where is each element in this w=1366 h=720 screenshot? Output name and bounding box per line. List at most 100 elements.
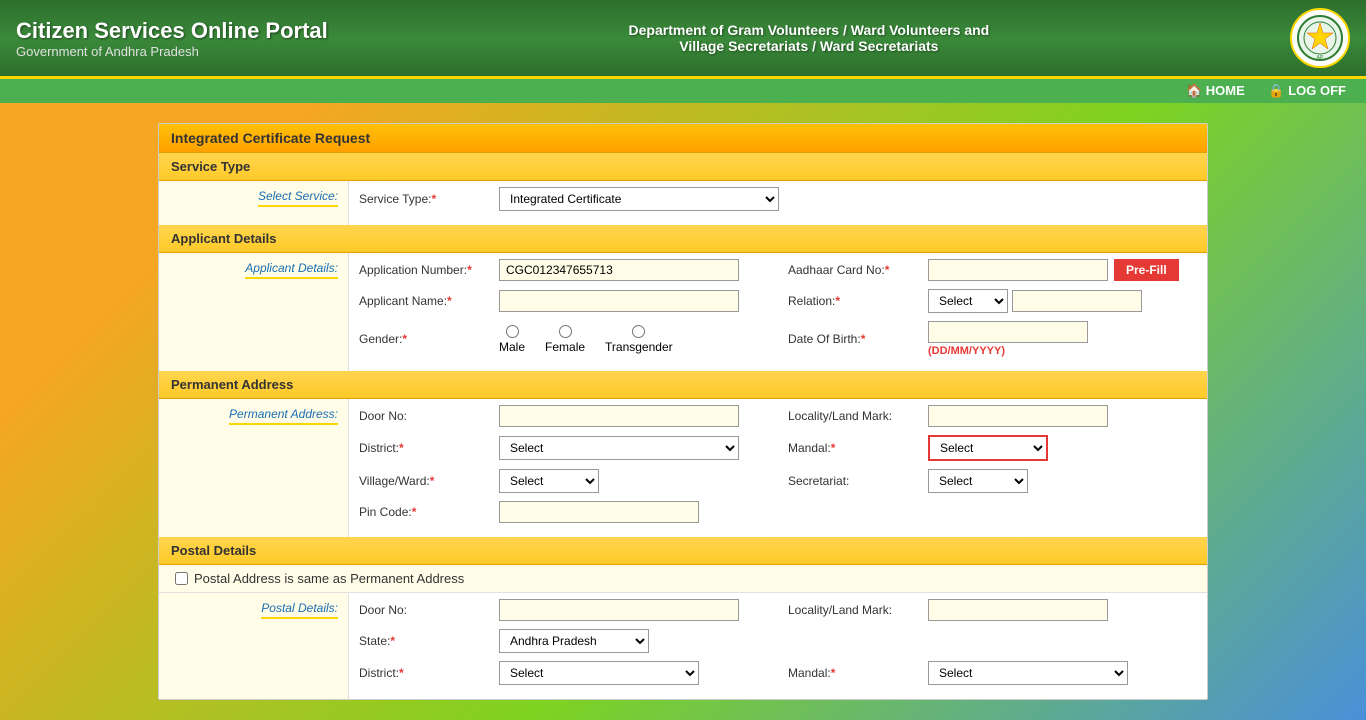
- navigation-bar: 🏠 HOME 🔒 LOG OFF: [0, 79, 1366, 103]
- door-group: Door No:: [359, 405, 768, 427]
- village-select[interactable]: Select: [499, 469, 599, 493]
- aadhaar-input[interactable]: [928, 259, 1108, 281]
- gender-radio-group: Male Female Transgender: [499, 325, 673, 354]
- service-type-section: Select Service: Service Type:* Integrate…: [159, 181, 1207, 225]
- permanent-content: Door No: Locality/Land Mark: District:* …: [349, 399, 1207, 537]
- postal-door-locality-row: Door No: Locality/Land Mark:: [359, 599, 1197, 621]
- service-type-content: Service Type:* Integrated Certificate: [349, 181, 1207, 225]
- pincode-label: Pin Code:*: [359, 505, 499, 519]
- govt-logo: AP: [1290, 8, 1350, 68]
- select-service-label: Select Service:: [258, 189, 338, 207]
- service-type-section-header: Service Type: [159, 153, 1207, 181]
- applicant-section: Applicant Details: Application Number:* …: [159, 253, 1207, 371]
- service-type-select[interactable]: Integrated Certificate: [499, 187, 779, 211]
- gender-transgender: Transgender: [605, 325, 673, 354]
- applicant-name-label: Applicant Name:*: [359, 294, 499, 308]
- postal-locality-input[interactable]: [928, 599, 1108, 621]
- postal-state-label: State:*: [359, 634, 499, 648]
- postal-mandal-label: Mandal:*: [788, 666, 928, 680]
- gender-dob-row: Gender:* Male Female Trans: [359, 321, 1197, 357]
- postal-door-input[interactable]: [499, 599, 739, 621]
- postal-state-row: State:* Andhra Pradesh Telangana: [359, 629, 1197, 653]
- village-group: Village/Ward:* Select: [359, 469, 768, 493]
- district-mandal-row: District:* Select Mandal:* Select: [359, 435, 1197, 461]
- dob-label: Date Of Birth:*: [788, 332, 928, 346]
- postal-mandal-group: Mandal:* Select: [788, 661, 1197, 685]
- postal-door-group: Door No:: [359, 599, 768, 621]
- dob-input[interactable]: [928, 321, 1088, 343]
- name-relation-row: Applicant Name:* Relation:* SelectFather…: [359, 289, 1197, 313]
- applicant-details-label: Applicant Details:: [245, 261, 338, 279]
- postal-district-select[interactable]: Select: [499, 661, 699, 685]
- aadhaar-label: Aadhaar Card No:*: [788, 263, 928, 277]
- app-number-group: Application Number:* CGC012347655713: [359, 259, 768, 281]
- svg-text:AP: AP: [1317, 55, 1324, 61]
- dept-line1: Department of Gram Volunteers / Ward Vol…: [629, 22, 990, 38]
- relation-name-input[interactable]: [1012, 290, 1142, 312]
- postal-mandal-select[interactable]: Select: [928, 661, 1128, 685]
- aadhaar-group: Aadhaar Card No:* Pre-Fill: [788, 259, 1197, 281]
- applicant-section-header: Applicant Details: [159, 225, 1207, 253]
- page-title: Integrated Certificate Request: [159, 124, 1207, 153]
- dept-info: Department of Gram Volunteers / Ward Vol…: [629, 22, 990, 54]
- service-type-group: Service Type:* Integrated Certificate: [359, 187, 1197, 211]
- name-group: Applicant Name:*: [359, 290, 768, 312]
- gender-female-radio[interactable]: [559, 325, 572, 338]
- app-aadhaar-row: Application Number:* CGC012347655713 Aad…: [359, 259, 1197, 281]
- village-secretariat-row: Village/Ward:* Select Secretariat: Selec…: [359, 469, 1197, 493]
- secretariat-select[interactable]: Select: [928, 469, 1028, 493]
- mandal-select[interactable]: Select: [928, 435, 1048, 461]
- district-select[interactable]: Select: [499, 436, 739, 460]
- applicant-name-input[interactable]: [499, 290, 739, 312]
- gender-male-radio[interactable]: [506, 325, 519, 338]
- secretariat-label: Secretariat:: [788, 474, 928, 488]
- postal-state-group: State:* Andhra Pradesh Telangana: [359, 629, 1197, 653]
- app-number-label: Application Number:*: [359, 263, 499, 277]
- postal-door-label: Door No:: [359, 603, 499, 617]
- dept-line2: Village Secretariats / Ward Secretariats: [629, 38, 990, 54]
- permanent-section-header: Permanent Address: [159, 371, 1207, 399]
- postal-district-group: District:* Select: [359, 661, 768, 685]
- service-type-label-col: Select Service:: [159, 181, 349, 225]
- govt-subtitle: Government of Andhra Pradesh: [16, 44, 328, 59]
- postal-district-label: District:*: [359, 666, 499, 680]
- permanent-address-label: Permanent Address:: [229, 407, 338, 425]
- postal-state-select[interactable]: Andhra Pradesh Telangana: [499, 629, 649, 653]
- gender-male: Male: [499, 325, 525, 354]
- relation-select[interactable]: SelectFatherMotherSpouse: [928, 289, 1008, 313]
- postal-content: Door No: Locality/Land Mark: State:* And…: [349, 593, 1207, 699]
- dob-group: Date Of Birth:* (DD/MM/YYYY): [788, 321, 1197, 357]
- door-input[interactable]: [499, 405, 739, 427]
- postal-same-checkbox[interactable]: [175, 572, 188, 585]
- village-label: Village/Ward:*: [359, 474, 499, 488]
- gender-group: Gender:* Male Female Trans: [359, 325, 768, 354]
- pincode-input[interactable]: [499, 501, 699, 523]
- locality-input[interactable]: [928, 405, 1108, 427]
- permanent-section: Permanent Address: Door No: Locality/Lan…: [159, 399, 1207, 537]
- door-locality-row: Door No: Locality/Land Mark:: [359, 405, 1197, 427]
- postal-section-content: Postal Details: Door No: Locality/Land M…: [159, 593, 1207, 699]
- secretariat-group: Secretariat: Select: [788, 469, 1197, 493]
- page-header: Citizen Services Online Portal Governmen…: [0, 0, 1366, 79]
- district-group: District:* Select: [359, 436, 768, 460]
- app-number-input[interactable]: CGC012347655713: [499, 259, 739, 281]
- service-type-field-label: Service Type:*: [359, 192, 499, 206]
- postal-locality-label: Locality/Land Mark:: [788, 603, 928, 617]
- dob-wrapper: (DD/MM/YYYY): [928, 321, 1088, 357]
- home-link[interactable]: 🏠 HOME: [1186, 83, 1245, 98]
- postal-locality-group: Locality/Land Mark:: [788, 599, 1197, 621]
- locality-group: Locality/Land Mark:: [788, 405, 1197, 427]
- service-type-row: Service Type:* Integrated Certificate: [359, 187, 1197, 211]
- prefill-button[interactable]: Pre-Fill: [1114, 259, 1179, 281]
- gender-transgender-radio[interactable]: [632, 325, 645, 338]
- relation-label: Relation:*: [788, 294, 928, 308]
- portal-title: Citizen Services Online Portal: [16, 18, 328, 44]
- applicant-content: Application Number:* CGC012347655713 Aad…: [349, 253, 1207, 371]
- mandal-group: Mandal:* Select: [788, 435, 1197, 461]
- logoff-link[interactable]: 🔒 LOG OFF: [1268, 83, 1346, 98]
- postal-section-header: Postal Details: [159, 537, 1207, 565]
- district-label: District:*: [359, 441, 499, 455]
- gender-female: Female: [545, 325, 585, 354]
- door-label: Door No:: [359, 409, 499, 423]
- postal-same-label[interactable]: Postal Address is same as Permanent Addr…: [175, 571, 1191, 586]
